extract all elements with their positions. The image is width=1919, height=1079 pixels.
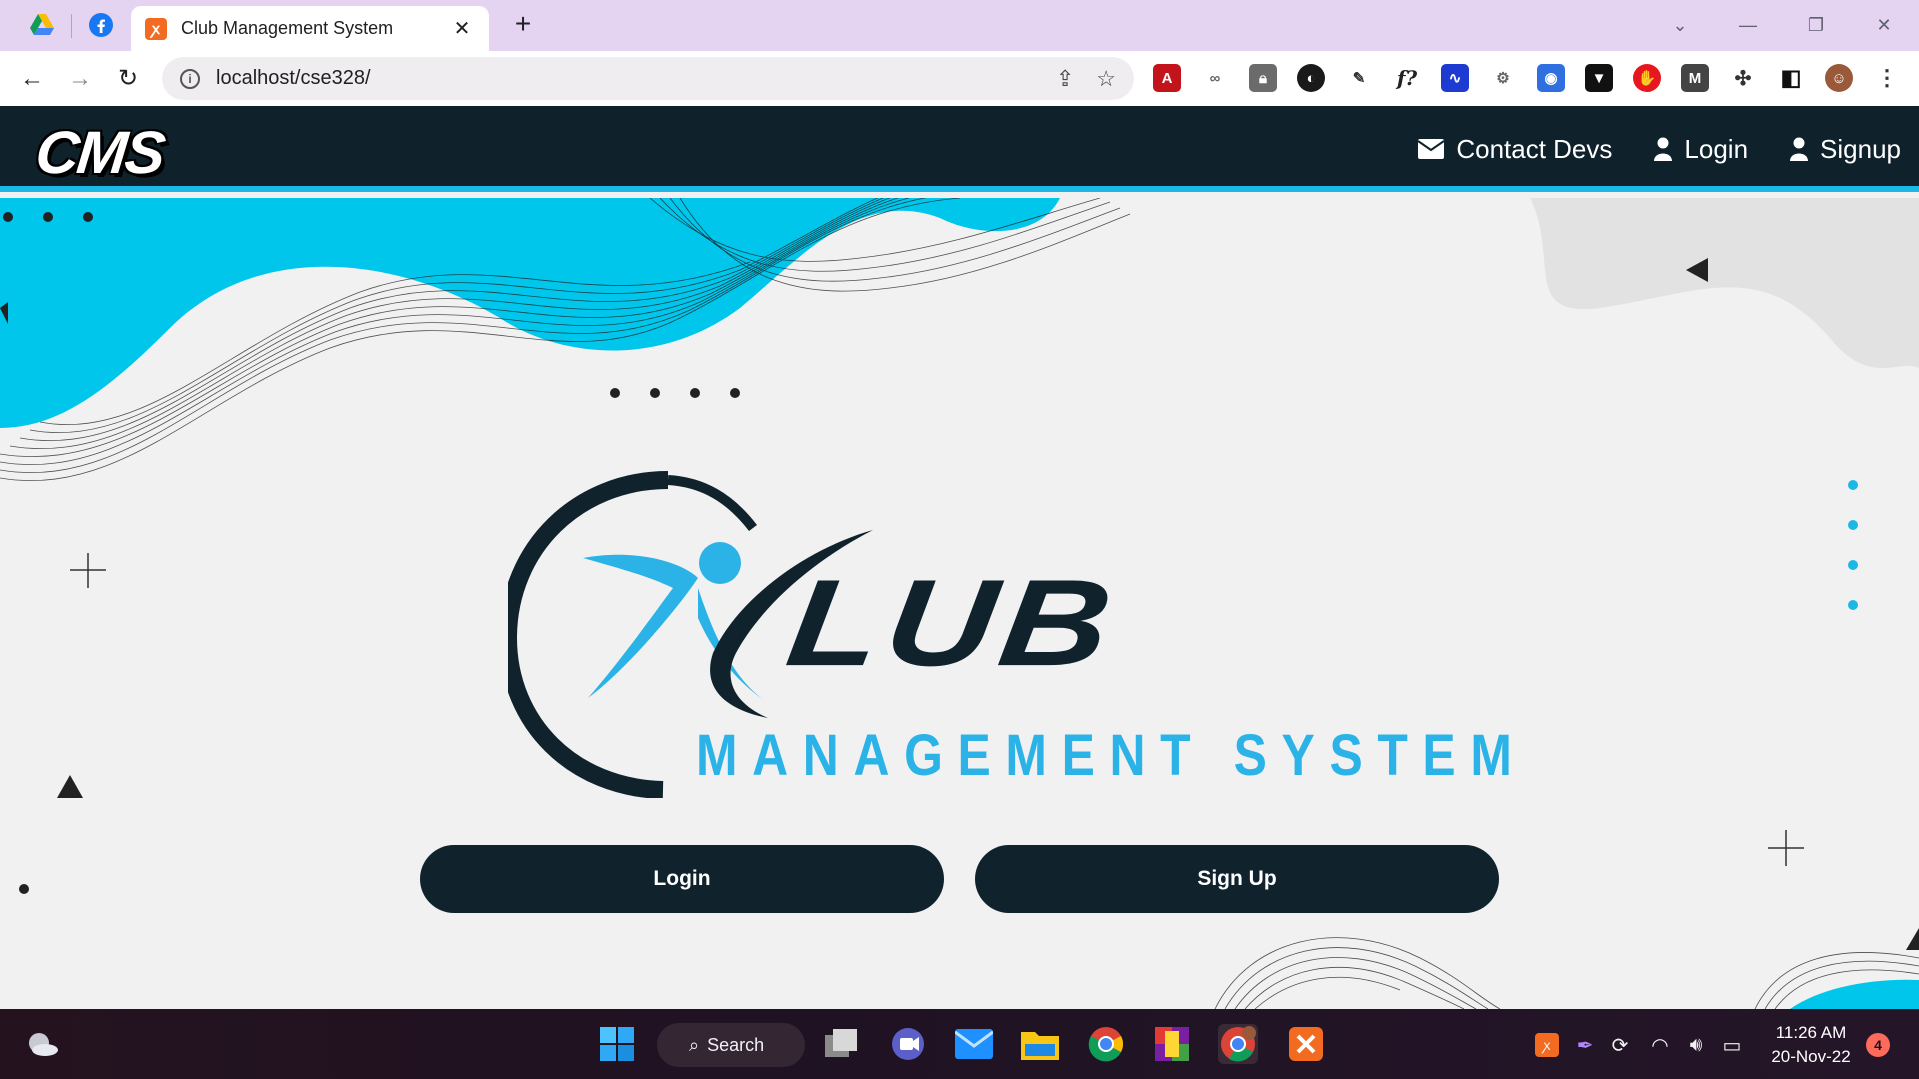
chrome-icon (1088, 1027, 1123, 1062)
nav-login[interactable]: Login (1654, 134, 1748, 165)
xampp-app-icon[interactable] (1286, 1024, 1326, 1064)
color-extension-icon[interactable]: ◐ (1297, 64, 1325, 92)
club-logo-subtitle: MANAGEMENT SYSTEM (696, 723, 1527, 788)
nav-signup-label: Signup (1820, 133, 1901, 164)
login-button[interactable]: Login (420, 845, 944, 913)
nav-signup[interactable]: Signup (1790, 134, 1901, 165)
volume-icon[interactable]: 🔊︎ (1684, 1033, 1708, 1057)
mail-app-icon[interactable] (954, 1024, 994, 1064)
site-header: CMS Contact Devs Login Signup (0, 106, 1919, 192)
weather-widget-icon[interactable] (22, 1024, 62, 1064)
envelope-icon (1418, 139, 1445, 159)
signup-button[interactable]: Sign Up (975, 845, 1499, 913)
clock-date: 20-Nov-22 (1771, 1047, 1851, 1066)
close-tab-icon[interactable]: ✕ (449, 16, 475, 41)
site-nav: Contact Devs Login Signup (1418, 106, 1901, 192)
address-bar[interactable]: i localhost/cse328/ ⇪ ☆ (162, 57, 1134, 100)
profile-avatar[interactable]: ☺ (1825, 64, 1853, 92)
chrome-app-icon[interactable] (1086, 1024, 1126, 1064)
cms-brand-logo[interactable]: CMS (32, 118, 167, 187)
url-text[interactable]: localhost/cse328/ (216, 67, 1034, 90)
video-chat-icon (892, 1028, 924, 1060)
tab-separator (71, 14, 72, 38)
windows-taskbar: ⌕ Search ꭗ ✒ ⟳ ◠ 🔊︎ ▭ 11:26 AM 20-Nov-22… (0, 1009, 1919, 1079)
stop-extension-icon[interactable]: ✋ (1633, 64, 1661, 92)
font-extension-icon[interactable]: f? (1393, 64, 1421, 92)
xampp-icon (1289, 1027, 1323, 1061)
active-tab[interactable]: ꭗ Club Management System ✕ (131, 6, 489, 51)
google-drive-pinned-tab[interactable] (27, 10, 57, 40)
user-icon (1654, 137, 1673, 161)
taskbar-clock[interactable]: 11:26 AM 20-Nov-22 (1760, 1021, 1862, 1069)
file-explorer-icon[interactable] (1020, 1024, 1060, 1064)
acrobat-extension-icon[interactable]: A (1153, 64, 1181, 92)
nav-login-label: Login (1684, 133, 1749, 164)
link-extension-icon[interactable]: ∞ (1201, 64, 1229, 92)
chrome-profile-icon (1221, 1026, 1256, 1062)
browser-tab-strip: ꭗ Club Management System ✕ + ⌄ — ❐ ✕ (0, 0, 1919, 51)
mail-envelope-icon (955, 1029, 993, 1059)
xampp-favicon-icon: ꭗ (145, 17, 167, 40)
puzzle-extensions-icon[interactable]: ✣ (1729, 64, 1757, 92)
back-arrow-icon[interactable]: ← (16, 63, 48, 95)
cloud-moon-icon (29, 1033, 58, 1056)
archive-icon (1155, 1027, 1189, 1061)
teams-chat-icon[interactable] (888, 1024, 928, 1064)
close-window-icon[interactable]: ✕ (1864, 10, 1904, 40)
minimize-window-icon[interactable]: — (1728, 10, 1768, 40)
screen-extension-icon[interactable]: ◉ (1537, 64, 1565, 92)
wifi-icon[interactable]: ◠ (1648, 1033, 1672, 1057)
tab-title: Club Management System (181, 18, 394, 38)
eyedropper-extension-icon[interactable]: ✎ (1345, 64, 1373, 92)
battery-icon[interactable]: ▭ (1720, 1033, 1744, 1057)
new-tab-button[interactable]: + (508, 10, 538, 40)
taskbar-search[interactable]: ⌕ Search (657, 1023, 805, 1067)
chart-extension-icon[interactable]: ∿ (1441, 64, 1469, 92)
xampp-tray-icon[interactable]: ꭗ (1535, 1033, 1559, 1057)
chrome-profile-app-icon[interactable] (1218, 1024, 1258, 1064)
lock-extension-icon[interactable]: 🔒︎ (1249, 64, 1277, 92)
search-icon: ⌕ (689, 1034, 700, 1055)
task-view-icon[interactable] (822, 1024, 862, 1064)
more-menu-icon[interactable]: ⋮ (1873, 64, 1901, 92)
forward-arrow-icon[interactable]: → (64, 63, 96, 95)
task-view-glyph-icon (825, 1029, 857, 1057)
clock-time: 11:26 AM (1775, 1023, 1847, 1042)
site-info-icon[interactable]: i (180, 68, 200, 89)
share-icon[interactable]: ⇪ (1056, 66, 1074, 92)
club-logo: LUB MANAGEMENT SYSTEM (508, 468, 1512, 798)
taskbar-search-label: Search (707, 1034, 765, 1055)
windows-logo-icon (600, 1027, 634, 1061)
seo-extension-icon[interactable]: ⚙ (1489, 64, 1517, 92)
notification-badge[interactable]: 4 (1866, 1033, 1890, 1057)
club-logo-word: LUB (779, 553, 1126, 692)
hero-section: LUB MANAGEMENT SYSTEM Login Sign Up (0, 198, 1919, 1009)
sync-tray-icon[interactable]: ⟳ (1608, 1033, 1632, 1057)
reload-icon[interactable]: ↻ (112, 63, 144, 95)
facebook-pinned-tab[interactable] (86, 10, 116, 40)
start-button[interactable] (597, 1024, 637, 1064)
user-icon (1790, 137, 1809, 161)
tab-search-chevron-icon[interactable]: ⌄ (1660, 10, 1700, 40)
sidepanel-icon[interactable]: ◧ (1777, 64, 1805, 92)
facebook-icon (89, 13, 113, 37)
browser-toolbar: ← → ↻ i localhost/cse328/ ⇪ ☆ A ∞ 🔒︎ ◐ ✎… (0, 51, 1919, 106)
nav-contact-devs[interactable]: Contact Devs (1418, 134, 1612, 165)
shield-extension-icon[interactable]: ▼ (1585, 64, 1613, 92)
nav-contact-devs-label: Contact Devs (1456, 133, 1613, 164)
pen-tray-icon[interactable]: ✒ (1573, 1033, 1597, 1057)
restore-window-icon[interactable]: ❐ (1796, 10, 1836, 40)
winrar-app-icon[interactable] (1152, 1024, 1192, 1064)
google-drive-icon (30, 14, 54, 35)
bookmark-star-icon[interactable]: ☆ (1096, 66, 1116, 92)
folder-icon (1021, 1032, 1059, 1060)
m-extension-icon[interactable]: M (1681, 64, 1709, 92)
